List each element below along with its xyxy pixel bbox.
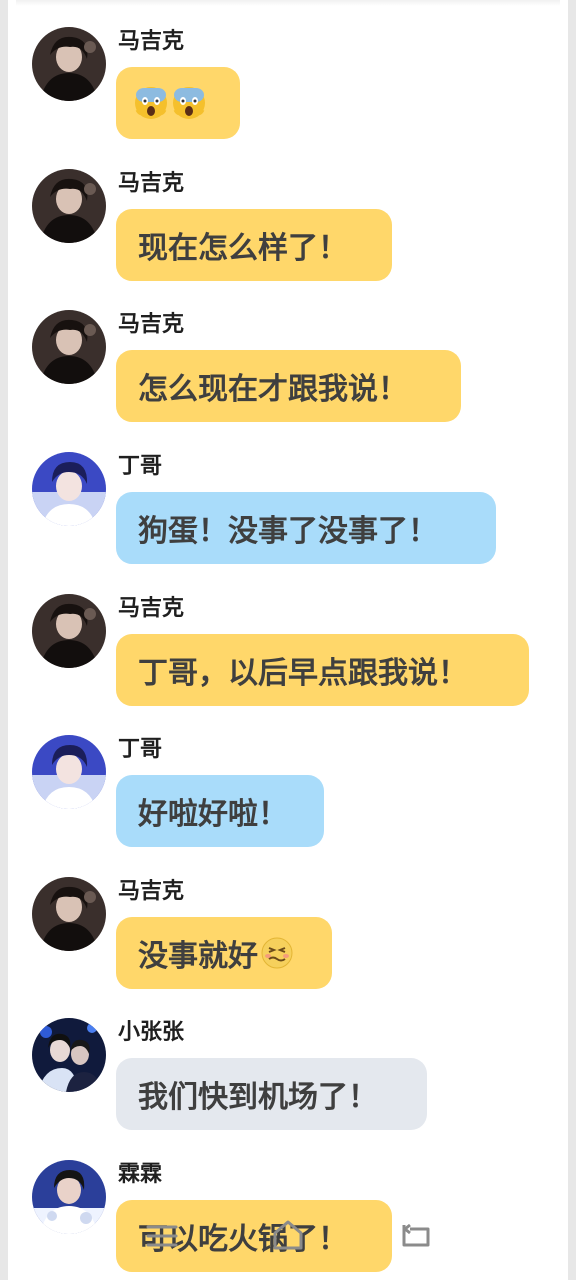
- scream-emoji-icon: [173, 87, 205, 119]
- message-text: 狗蛋！没事了没事了！: [138, 514, 438, 549]
- message-bubble[interactable]: 好啦好啦！: [116, 775, 324, 847]
- avatar[interactable]: [32, 877, 106, 951]
- message-bubble[interactable]: 现在怎么样了！: [116, 209, 392, 281]
- message-text: 没事就好: [138, 939, 258, 974]
- message-bubble[interactable]: [116, 67, 240, 139]
- sender-name: 马吉克: [118, 596, 185, 621]
- avatar[interactable]: [32, 1018, 106, 1092]
- sender-name: 丁哥: [118, 737, 163, 762]
- chat-message: 马吉克 怎么现在才跟我说！: [32, 310, 552, 442]
- message-text: 怎么现在才跟我说！: [138, 372, 408, 407]
- chat-screen: 马吉克 马吉克 现在怎么样了！ 马吉克 怎么现在才跟我说！ 丁哥 狗蛋！没事了没…: [0, 0, 576, 1280]
- chat-message: 丁哥 狗蛋！没事了没事了！: [32, 452, 552, 584]
- chat-message: 马吉克 没事就好: [32, 877, 552, 1009]
- message-bubble[interactable]: 怎么现在才跟我说！: [116, 350, 461, 422]
- menu-icon[interactable]: [142, 1215, 182, 1255]
- avatar[interactable]: [32, 27, 106, 101]
- avatar[interactable]: [32, 169, 106, 243]
- chat-message: 马吉克 丁哥，以后早点跟我说！: [32, 594, 552, 726]
- message-bubble[interactable]: 没事就好: [116, 917, 332, 989]
- sender-name: 丁哥: [118, 454, 163, 479]
- message-text: 现在怎么样了！: [138, 231, 348, 266]
- avatar[interactable]: [32, 594, 106, 668]
- chat-message: 马吉克: [32, 27, 552, 159]
- chat-message: 小张张 我们快到机场了！: [32, 1018, 552, 1150]
- sender-name: 马吉克: [118, 171, 185, 196]
- message-text: 我们快到机场了！: [138, 1080, 378, 1115]
- message-text: 丁哥，以后早点跟我说！: [138, 656, 468, 691]
- sender-name: 马吉克: [118, 879, 185, 904]
- chat-message: 马吉克 现在怎么样了！: [32, 169, 552, 301]
- message-bubble[interactable]: 狗蛋！没事了没事了！: [116, 492, 496, 564]
- message-text: 好啦好啦！: [138, 797, 288, 832]
- message-bubble[interactable]: 我们快到机场了！: [116, 1058, 427, 1130]
- system-navigation-bar: [0, 1215, 576, 1270]
- top-shadow: [16, 0, 560, 6]
- message-bubble[interactable]: 丁哥，以后早点跟我说！: [116, 634, 529, 706]
- sender-name: 霖霖: [118, 1162, 163, 1187]
- avatar[interactable]: [32, 310, 106, 384]
- avatar[interactable]: [32, 735, 106, 809]
- sender-name: 马吉克: [118, 312, 185, 337]
- sender-name: 小张张: [118, 1020, 185, 1045]
- back-icon[interactable]: [396, 1215, 436, 1255]
- grimace-emoji-icon: [261, 937, 293, 969]
- screen-edge-right: [568, 0, 576, 1280]
- chat-message: 丁哥 好啦好啦！: [32, 735, 552, 867]
- screen-edge-left: [0, 0, 8, 1280]
- avatar[interactable]: [32, 452, 106, 526]
- sender-name: 马吉克: [118, 29, 185, 54]
- scream-emoji-icon: [135, 87, 167, 119]
- home-icon[interactable]: [268, 1215, 308, 1255]
